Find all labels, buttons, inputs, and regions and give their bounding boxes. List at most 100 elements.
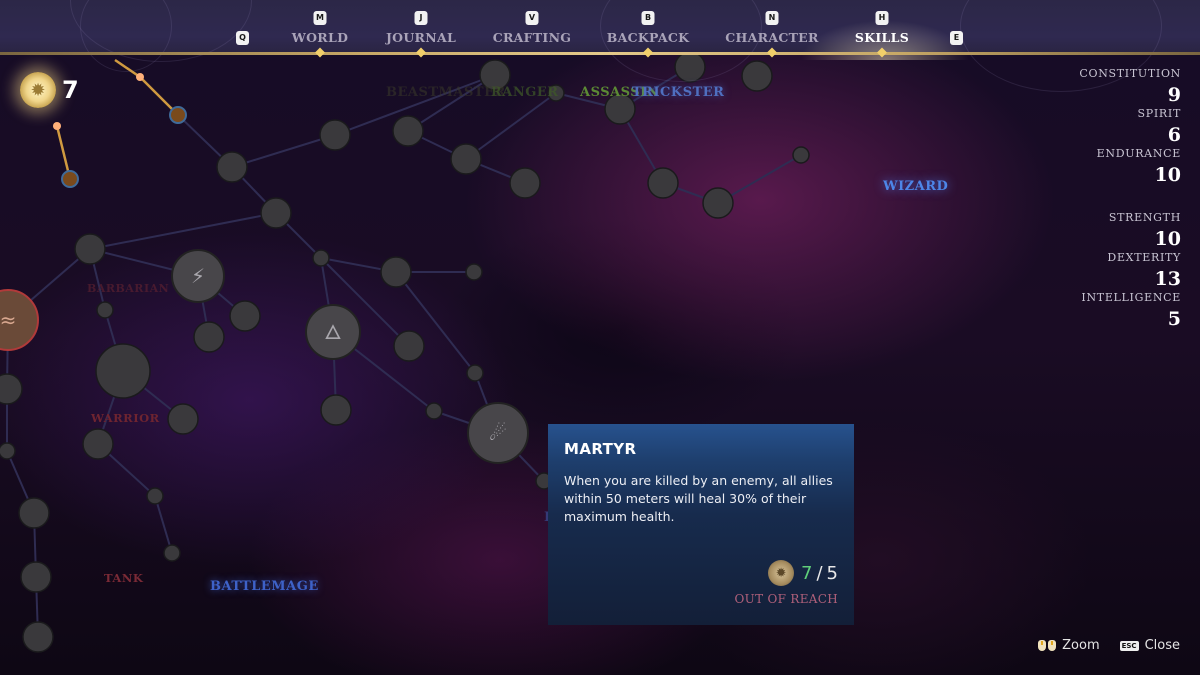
class-label-ranger: RANGER <box>491 85 559 100</box>
stat-value-constitution: 9 <box>1167 84 1181 106</box>
flame-skill-icon[interactable]: 🜂 <box>305 304 361 360</box>
unlocked-skill-node[interactable] <box>169 106 187 124</box>
skill-node[interactable] <box>380 256 412 288</box>
tab-crafting[interactable]: V CRAFTING <box>492 0 572 55</box>
skill-points-value: 7 <box>62 76 79 104</box>
skill-cost-separator: / <box>816 562 823 584</box>
close-hint-label: Close <box>1144 638 1180 653</box>
tab-journal[interactable]: J JOURNAL <box>385 0 457 58</box>
skill-node[interactable] <box>792 146 810 164</box>
class-label-beastmaster: BEASTMASTER <box>386 85 506 100</box>
skill-node[interactable] <box>22 621 54 653</box>
skill-connection <box>231 134 336 168</box>
top-navigation-bar <box>0 0 1200 92</box>
skill-node[interactable] <box>320 394 352 426</box>
skill-node[interactable] <box>167 403 199 435</box>
attribute-stats-panel: CONSTITUTION 9 SPIRIT 6 ENDURANCE 10 STR… <box>1079 66 1181 330</box>
skill-connection <box>465 92 557 160</box>
tab-world-key: M <box>313 11 327 25</box>
skill-node[interactable] <box>393 330 425 362</box>
svg-text:☄: ☄ <box>489 421 507 445</box>
skill-point-cost-icon: ✹ <box>768 560 795 586</box>
skill-point-icon: ✹ <box>20 72 56 108</box>
class-label-battlemage: BATTLEMAGE <box>210 579 319 594</box>
skill-tooltip-description: When you are killed by an enemy, all all… <box>564 473 833 524</box>
skill-node[interactable] <box>96 301 114 319</box>
tab-backpack-label: BACKPACK <box>606 30 690 45</box>
unlocked-skill-node[interactable] <box>61 170 79 188</box>
skill-node[interactable] <box>0 373 23 405</box>
skill-node[interactable] <box>425 402 443 420</box>
tab-character[interactable]: N CHARACTER <box>725 0 819 58</box>
stat-value-spirit: 6 <box>1167 124 1181 146</box>
tab-journal-key: J <box>414 11 428 25</box>
skill-node[interactable] <box>450 143 482 175</box>
stat-value-dexterity: 13 <box>1154 268 1181 290</box>
skill-node[interactable] <box>216 151 248 183</box>
stat-label-constitution: CONSTITUTION <box>1079 67 1181 80</box>
skill-node[interactable] <box>18 497 50 529</box>
svg-text:🜂: 🜂 <box>324 320 341 344</box>
skill-node[interactable] <box>193 321 225 353</box>
tab-world-label: WORLD <box>291 30 349 45</box>
skill-node[interactable] <box>465 263 483 281</box>
stat-label-intelligence: INTELLIGENCE <box>1081 291 1181 304</box>
tab-journal-label: JOURNAL <box>385 30 457 45</box>
martyr-skill-icon[interactable]: ☄ <box>467 402 529 464</box>
zoom-hint[interactable]: Zoom <box>1038 638 1100 653</box>
stat-value-endurance: 10 <box>1154 164 1181 186</box>
class-label-trickster: TRICKSTER <box>632 85 725 100</box>
skill-node[interactable] <box>0 442 16 460</box>
tab-character-label: CHARACTER <box>725 30 819 45</box>
close-hint[interactable]: ESC Close <box>1119 638 1180 653</box>
skill-node[interactable] <box>466 364 484 382</box>
prev-tab-key-hint[interactable]: Q <box>236 31 249 45</box>
zoom-hint-label: Zoom <box>1062 638 1100 653</box>
skill-tooltip: MARTYR When you are killed by an enemy, … <box>548 424 854 625</box>
skill-node[interactable] <box>163 544 181 562</box>
tab-skills[interactable]: H SKILLS <box>854 0 910 58</box>
skill-node[interactable] <box>20 561 52 593</box>
svg-text:≈: ≈ <box>0 308 16 332</box>
berserker-skill-icon[interactable]: ⚡ <box>171 249 225 303</box>
skill-connection <box>154 495 173 554</box>
skill-node[interactable] <box>702 187 734 219</box>
tab-world[interactable]: M WORLD <box>290 0 350 58</box>
tab-crafting-label: CRAFTING <box>492 30 572 45</box>
nav-divider-line <box>0 52 1200 55</box>
skill-node[interactable] <box>260 197 292 229</box>
stat-label-dexterity: DEXTERITY <box>1107 251 1181 264</box>
skill-cost: ✹ 7 / 5 <box>768 560 838 586</box>
skill-node[interactable] <box>647 167 679 199</box>
skill-node[interactable] <box>146 487 164 505</box>
stat-value-strength: 10 <box>1154 228 1181 250</box>
skill-node[interactable] <box>509 167 541 199</box>
tab-character-key: N <box>765 11 779 25</box>
control-hints: Zoom ESC Close <box>1038 638 1180 653</box>
skill-node[interactable] <box>95 343 151 399</box>
skill-points-counter: ✹ 7 <box>20 72 79 108</box>
skill-node[interactable] <box>74 233 106 265</box>
skill-node[interactable] <box>229 300 261 332</box>
skill-tree-canvas[interactable]: ⚡ 🜂 ☄ ≈ <box>0 55 1060 675</box>
class-label-barbarian: BARBARIAN <box>87 282 170 295</box>
skill-node[interactable] <box>82 428 114 460</box>
skill-node[interactable] <box>319 119 351 151</box>
class-label-tank: TANK <box>104 571 144 585</box>
skill-node[interactable] <box>312 249 330 267</box>
path-glow-point <box>136 73 144 81</box>
tab-skills-key: H <box>875 11 889 25</box>
skill-node[interactable] <box>741 60 773 92</box>
class-label-warrior: WARRIOR <box>91 411 160 425</box>
class-label-wizard: WIZARD <box>883 179 949 194</box>
tab-skills-label: SKILLS <box>854 30 910 45</box>
stat-label-strength: STRENGTH <box>1108 211 1181 224</box>
skill-node[interactable] <box>392 115 424 147</box>
skill-cost-available: 7 <box>801 562 813 584</box>
esc-key-icon: ESC <box>1119 640 1139 651</box>
mouse-buttons-icon <box>1038 640 1057 651</box>
next-tab-key-hint[interactable]: E <box>950 31 963 45</box>
stat-label-endurance: ENDURANCE <box>1096 147 1181 160</box>
tab-backpack-key: B <box>641 11 655 25</box>
tab-backpack[interactable]: B BACKPACK <box>606 0 690 58</box>
